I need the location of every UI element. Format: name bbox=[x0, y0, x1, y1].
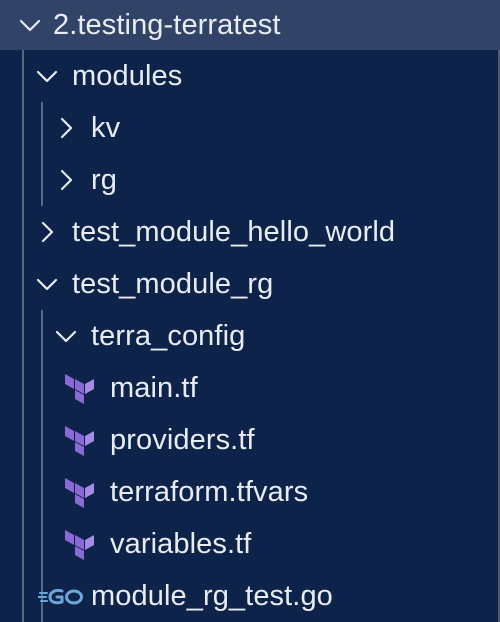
tree-item-terra-config[interactable]: terra_config bbox=[0, 310, 500, 362]
tree-item-label: providers.tf bbox=[110, 423, 255, 456]
explorer-root-folder[interactable]: 2.testing-terratest bbox=[0, 0, 500, 50]
go-file-icon bbox=[37, 584, 84, 608]
tree-item-rg[interactable]: rg bbox=[0, 154, 500, 206]
tree-item-modules[interactable]: modules bbox=[0, 50, 500, 102]
tree-item-providers-tf[interactable]: providers.tf bbox=[0, 414, 500, 466]
tree-item-label: main.tf bbox=[110, 371, 198, 404]
terraform-icon bbox=[62, 475, 96, 509]
tree-item-variables-tf[interactable]: variables.tf bbox=[0, 518, 500, 570]
tree-item-label: rg bbox=[91, 163, 117, 196]
tree-item-label: test_module_hello_world bbox=[72, 215, 396, 248]
chevron-down-icon[interactable] bbox=[35, 272, 59, 296]
chevron-down-icon[interactable] bbox=[54, 324, 78, 348]
tree-item-main-tf[interactable]: main.tf bbox=[0, 362, 500, 414]
terraform-icon bbox=[62, 423, 96, 457]
tree-item-label: terraform.tfvars bbox=[110, 475, 309, 508]
tree-item-terraform-tfvars[interactable]: terraform.tfvars bbox=[0, 466, 500, 518]
tree-item-label: kv bbox=[91, 111, 121, 144]
chevron-down-icon[interactable] bbox=[18, 13, 42, 37]
tree-item-label: modules bbox=[72, 59, 183, 92]
chevron-right-icon[interactable] bbox=[54, 168, 78, 192]
tree-item-kv[interactable]: kv bbox=[0, 102, 500, 154]
tree-item-test-module-rg[interactable]: test_module_rg bbox=[0, 258, 500, 310]
terraform-icon bbox=[62, 527, 96, 561]
tree-item-test-module-hello-world[interactable]: test_module_hello_world bbox=[0, 206, 500, 258]
root-folder-label: 2.testing-terratest bbox=[53, 8, 281, 41]
chevron-down-icon[interactable] bbox=[35, 64, 59, 88]
tree-item-label: test_module_rg bbox=[72, 267, 274, 300]
tree-item-module-rg-test-go[interactable]: module_rg_test.go bbox=[0, 570, 500, 622]
file-explorer-tree: 2.testing-terratest modules kv rg test_m… bbox=[0, 0, 500, 622]
tree-item-label: module_rg_test.go bbox=[91, 579, 333, 612]
tree-item-label: variables.tf bbox=[110, 527, 252, 560]
terraform-icon bbox=[62, 371, 96, 405]
tree-item-label: terra_config bbox=[91, 319, 246, 352]
chevron-right-icon[interactable] bbox=[54, 116, 78, 140]
chevron-right-icon[interactable] bbox=[35, 220, 59, 244]
